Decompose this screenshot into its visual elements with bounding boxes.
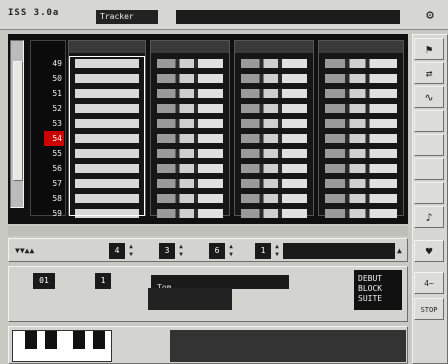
wave-icon[interactable]: ∿ [414,86,444,108]
pattern-cell[interactable] [157,164,223,173]
pattern-cell[interactable] [241,89,307,98]
len-stepper[interactable]: ▲ ▼ [177,243,185,259]
selection-box [69,56,145,216]
pattern-cell[interactable] [157,134,223,143]
flag-icon[interactable]: ⚑ [414,38,444,60]
arrows-icon[interactable]: ⇄ [414,62,444,84]
pattern-cell[interactable] [241,119,307,128]
pat-stepper[interactable]: ▲ ▼ [273,243,281,259]
row-number: 57 [52,179,62,188]
minus-icon[interactable] [414,158,444,180]
status-strip [8,226,408,236]
pattern-cell[interactable] [241,179,307,188]
pattern-cell[interactable] [325,119,397,128]
pattern-cell[interactable] [241,209,307,218]
field-stepper[interactable]: ▲ [397,243,402,259]
app-window: ISS 3.0a Tracker ⚙ 49 50 51 52 53 54 55 56 57 58 5… [0,0,448,364]
pattern-cell[interactable] [157,149,223,158]
oct-value[interactable]: 4 [109,243,125,259]
pattern-cell[interactable] [157,194,223,203]
logo-line-2: BLOCK [358,284,383,293]
len-value[interactable]: 3 [159,243,175,259]
instrument-index[interactable]: 01 [33,273,55,289]
pattern-cell[interactable] [241,134,307,143]
spd-value[interactable]: 6 [209,243,225,259]
pattern-cell[interactable] [325,89,397,98]
black-key[interactable] [25,331,37,349]
row-number: 56 [52,164,62,173]
note-icon[interactable]: ♪ [414,206,444,228]
piano-keyboard[interactable] [12,330,112,362]
app-title: ISS 3.0a [8,8,60,18]
pattern-cell[interactable] [157,89,223,98]
pattern-cell[interactable] [157,209,223,218]
pattern-cell[interactable] [325,74,397,83]
channel-3[interactable] [234,40,314,218]
pattern-cell[interactable] [241,104,307,113]
row-number: 54 [44,131,64,146]
pattern-cell[interactable] [157,74,223,83]
logo-line-3: SUITE [358,294,383,303]
row-number: 55 [52,149,62,158]
heart-icon[interactable]: ♥ [414,240,444,262]
row-number: 53 [52,119,62,128]
wave-button[interactable]: 4~ [414,272,444,294]
pattern-cell[interactable] [241,59,307,68]
song-info-bar [176,10,400,24]
sample-waveform[interactable] [148,288,232,310]
pattern-cell[interactable] [241,149,307,158]
instrument-number[interactable]: 1 [95,273,111,289]
minus-icon[interactable] [414,182,444,204]
row-numbers: 49 50 51 52 53 54 55 56 57 58 59 [44,56,64,221]
row-number: 49 [52,59,62,68]
name-field[interactable] [283,243,395,259]
logo-block: DEBUT BLOCK SUITE [354,270,402,310]
pattern-cell[interactable] [241,164,307,173]
pattern-cell[interactable] [157,59,223,68]
pattern-cell[interactable] [325,194,397,203]
row-number: 59 [52,209,62,218]
pattern-cell[interactable] [325,104,397,113]
scroll-thumb[interactable] [13,61,23,181]
pattern-cell[interactable] [325,179,397,188]
channel-2[interactable] [150,40,230,218]
row-number: 58 [52,194,62,203]
top-bar: ISS 3.0a Tracker ⚙ [0,0,448,30]
pattern-cell[interactable] [325,209,397,218]
minus-icon[interactable] [414,110,444,132]
row-number: 51 [52,89,62,98]
spd-stepper[interactable]: ▲ ▼ [227,243,235,259]
controls-row: ▼▼▲▲ 4 ▲ ▼ 3 ▲ ▼ 6 ▲ ▼ 1 ▲ ▼ ▲ [8,238,408,262]
pattern-cell[interactable] [325,59,397,68]
settings-icon[interactable]: ⚙ [420,6,440,26]
row-number: 52 [52,104,62,113]
black-key[interactable] [45,331,57,349]
tab-tracker[interactable]: Tracker [96,10,158,24]
black-key[interactable] [73,331,85,349]
pattern-cell[interactable] [157,119,223,128]
stop-button[interactable]: STOP [414,298,444,320]
pattern-cell[interactable] [325,134,397,143]
minus-icon[interactable] [414,134,444,156]
sample-grid[interactable] [170,330,406,362]
pattern-cell[interactable] [325,164,397,173]
transport-icons[interactable]: ▼▼▲▲ [15,243,34,259]
pattern-cell[interactable] [157,104,223,113]
pat-value[interactable]: 1 [255,243,271,259]
oct-stepper[interactable]: ▲ ▼ [127,243,135,259]
pattern-cell[interactable] [241,194,307,203]
logo-line-1: DEBUT [358,274,383,283]
pattern-cell[interactable] [157,179,223,188]
pattern-cell[interactable] [325,149,397,158]
pattern-scrollbar[interactable] [10,40,24,208]
pattern-cell[interactable] [241,74,307,83]
row-number: 50 [52,74,62,83]
black-key[interactable] [93,331,105,349]
instrument-name-field[interactable]: Tom [151,275,289,292]
channel-4[interactable] [318,40,404,218]
